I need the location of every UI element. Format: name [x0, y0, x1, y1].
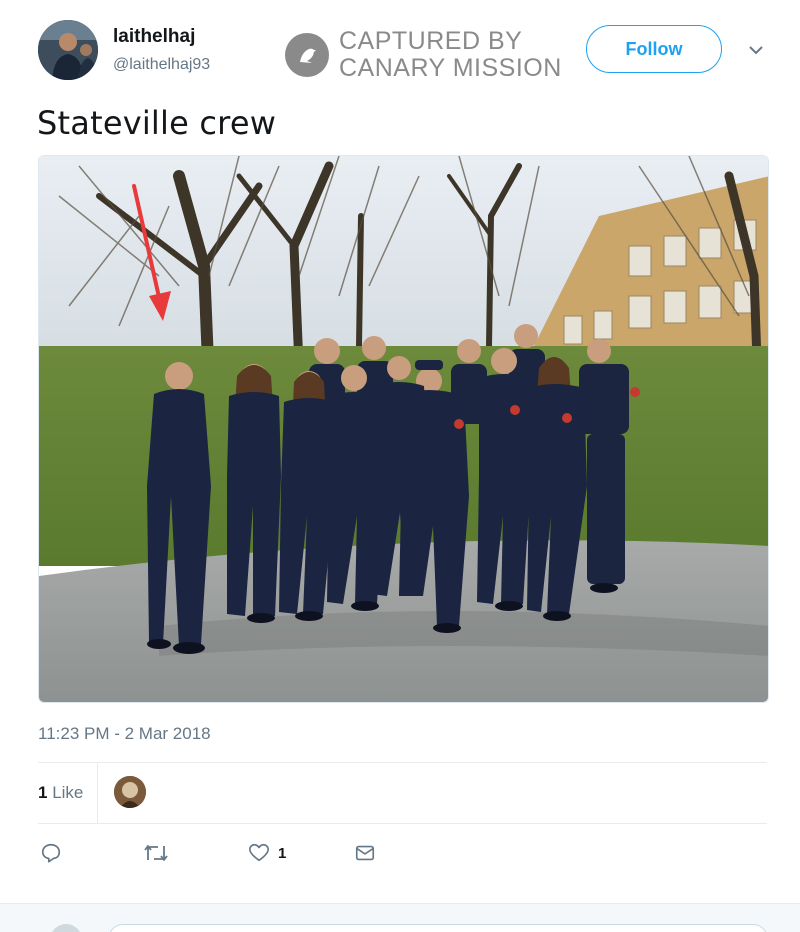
canary-logo-icon [285, 33, 329, 77]
chevron-down-icon[interactable] [746, 40, 766, 60]
liker-avatar[interactable] [114, 776, 146, 808]
like-button[interactable]: 1 [248, 842, 286, 864]
watermark-line-1: CAPTURED BY [339, 27, 523, 55]
divider [38, 823, 767, 824]
stats-divider [97, 763, 98, 823]
like-count: 1 [278, 844, 287, 862]
retweet-icon [144, 845, 168, 861]
reply-icon [41, 843, 61, 863]
heart-icon [249, 843, 269, 862]
tweet-timestamp[interactable]: 11:23 PM - 2 Mar 2018 [38, 724, 211, 744]
tweet-photo[interactable] [38, 155, 769, 703]
likes-stat[interactable]: 1 Like [38, 783, 83, 803]
user-handle[interactable]: @laithelhaj93 [113, 56, 210, 74]
message-button[interactable] [354, 842, 376, 864]
reply-bar [0, 903, 800, 932]
display-name[interactable]: laithelhaj [113, 26, 195, 48]
reply-input[interactable] [108, 924, 768, 932]
current-user-avatar [50, 924, 82, 932]
follow-button[interactable]: Follow [586, 25, 722, 73]
tweet-text: Stateville crew [37, 104, 277, 142]
tweet-stats: 1 Like [38, 763, 767, 823]
watermark: CAPTURED BY CANARY MISSION [285, 28, 562, 82]
likes-label: Like [52, 783, 84, 802]
reply-button[interactable] [40, 842, 62, 864]
user-avatar[interactable] [38, 20, 98, 80]
likes-count: 1 [38, 783, 48, 802]
retweet-button[interactable] [143, 842, 169, 864]
watermark-line-2: CANARY MISSION [339, 54, 562, 82]
tweet-header: laithelhaj @laithelhaj93 CAPTURED BY CAN… [0, 0, 800, 100]
tweet-actions: 1 [38, 838, 767, 872]
envelope-icon [355, 845, 375, 861]
